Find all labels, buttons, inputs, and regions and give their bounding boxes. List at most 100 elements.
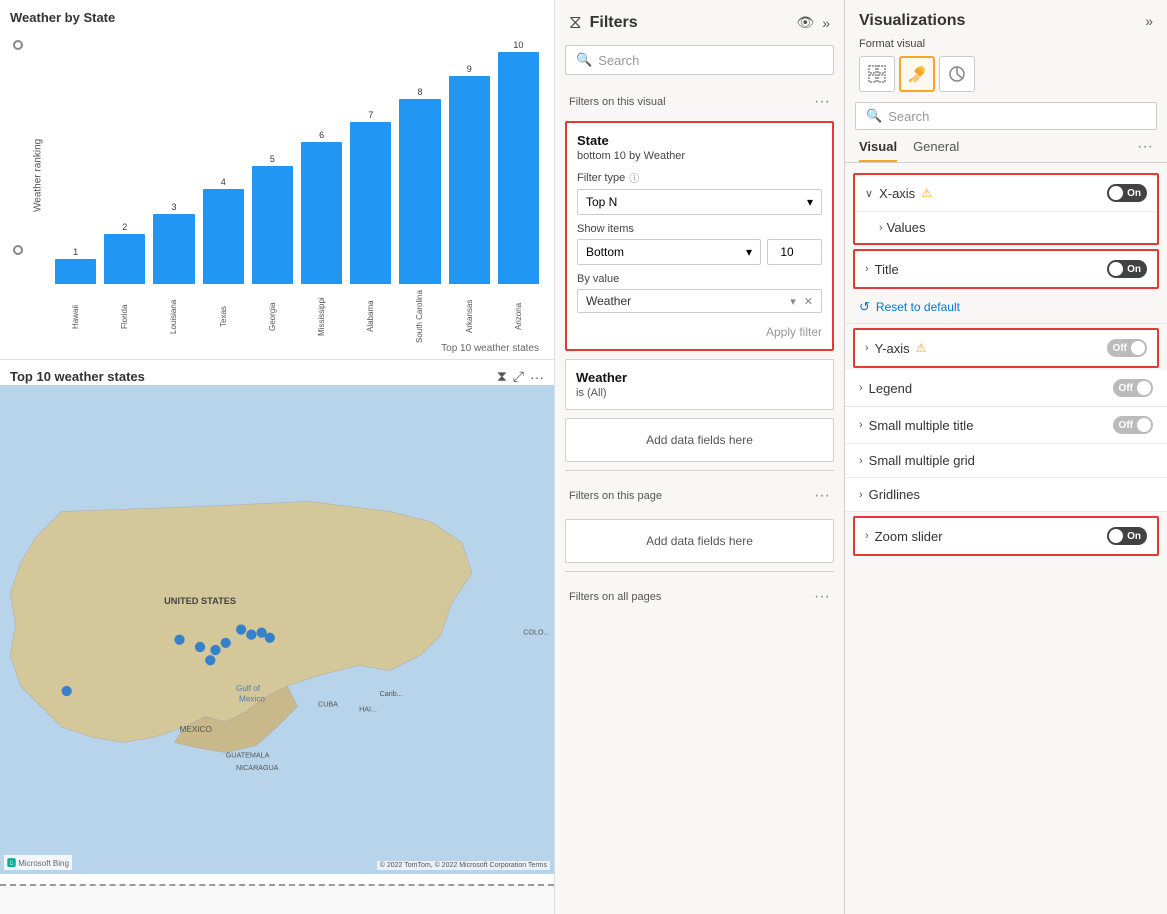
gridlines-section[interactable]: › Gridlines xyxy=(845,478,1167,512)
bar-chart-section: Weather by State Weather ranking 1 xyxy=(0,0,554,360)
zoom-label: Zoom slider xyxy=(875,529,943,544)
add-data-fields-visual[interactable]: Add data fields here xyxy=(565,418,834,462)
format-visual-label: Format visual xyxy=(845,38,1167,56)
smg-label: Small multiple grid xyxy=(869,453,975,468)
filters-on-page-header: Filters on this page ··· xyxy=(555,479,844,511)
y-axis-chevron: › xyxy=(865,342,869,354)
viz-tabs: Visual General ··· xyxy=(845,138,1167,163)
viz-header: Visualizations » xyxy=(845,0,1167,38)
analytics-icon-btn[interactable] xyxy=(939,56,975,92)
zoom-toggle[interactable]: On xyxy=(1107,527,1147,545)
bar-hawaii[interactable] xyxy=(55,259,96,284)
format-icon-btn[interactable] xyxy=(899,56,935,92)
filter-icon[interactable]: ⧗ xyxy=(497,368,507,385)
y-axis-label: Weather ranking xyxy=(26,30,50,320)
filters-scroll: Filters on this visual ··· State bottom … xyxy=(555,85,844,914)
viz-icons-row xyxy=(845,56,1167,102)
x-axis-label: X-axis xyxy=(879,186,915,201)
state-filter-subtitle: bottom 10 by Weather xyxy=(577,150,822,162)
divider xyxy=(565,470,834,471)
bar-texas[interactable] xyxy=(203,189,244,284)
bar-mississippi[interactable] xyxy=(301,142,342,284)
svg-text:MEXICO: MEXICO xyxy=(180,725,212,734)
svg-text:CUBA: CUBA xyxy=(318,700,338,708)
svg-text:HAI...: HAI... xyxy=(359,706,377,714)
bar-sc[interactable] xyxy=(399,99,440,284)
reset-icon: ↺ xyxy=(859,299,870,315)
count-input[interactable] xyxy=(767,239,822,265)
weather-filter-card: Weather is (All) xyxy=(565,359,834,410)
title-toggle[interactable]: On xyxy=(1107,260,1147,278)
zoom-slider-section: › Zoom slider On xyxy=(853,516,1159,556)
y-axis-row[interactable]: › Y-axis ⚠ Off xyxy=(855,330,1157,366)
chart-subtitle: Top 10 weather states xyxy=(441,343,539,354)
filters-search-box[interactable]: 🔍 Search xyxy=(565,45,834,75)
bar-arizona[interactable] xyxy=(498,52,539,284)
chevron-right-icon[interactable]: » xyxy=(822,15,830,31)
x-axis-row[interactable]: ∨ X-axis ⚠ On xyxy=(855,175,1157,211)
bar-louisiana[interactable] xyxy=(153,214,194,284)
title-row[interactable]: › Title On xyxy=(855,251,1157,287)
more-options-icon[interactable]: ··· xyxy=(530,369,544,385)
dropdown-arrow: ▾ xyxy=(746,245,752,259)
filter-funnel-icon: ⧖ xyxy=(569,12,582,33)
svg-text:Gulf of: Gulf of xyxy=(236,684,261,693)
eye-icon[interactable]: 👁 xyxy=(796,14,814,31)
by-value-text: Weather xyxy=(586,294,631,308)
filters-header-icons: 👁 » xyxy=(796,14,830,31)
chart-inner: 1 2 3 4 5 xyxy=(50,30,544,320)
direction-dropdown[interactable]: Bottom ▾ xyxy=(577,239,761,265)
show-items-label: Show items xyxy=(577,223,822,235)
y-axis-section: › Y-axis ⚠ Off xyxy=(853,328,1159,368)
filters-on-page-dots[interactable]: ··· xyxy=(814,487,830,505)
bar-group: 6 xyxy=(301,130,342,284)
section-dots-icon[interactable]: ··· xyxy=(814,93,830,111)
legend-section[interactable]: › Legend Off xyxy=(845,370,1167,407)
viz-expand-icon[interactable]: » xyxy=(1145,13,1153,29)
y-axis-warning-icon: ⚠ xyxy=(916,341,927,355)
legend-chevron: › xyxy=(859,382,863,394)
bar-group: 7 xyxy=(350,110,391,284)
weather-filter-title: Weather xyxy=(576,370,823,385)
viz-search-box[interactable]: 🔍 Search xyxy=(855,102,1157,130)
bar-florida[interactable] xyxy=(104,234,145,284)
bar-arkansas[interactable] xyxy=(449,76,490,284)
bar-alabama[interactable] xyxy=(350,122,391,284)
smt-toggle[interactable]: Off xyxy=(1113,416,1153,434)
reset-to-default-row[interactable]: ↺ Reset to default xyxy=(845,291,1167,324)
filters-title: Filters xyxy=(590,14,638,32)
tab-general[interactable]: General xyxy=(913,139,959,162)
viz-title: Visualizations xyxy=(859,12,965,30)
expand-icon[interactable]: ⤢ xyxy=(513,368,524,385)
viz-scroll: ∨ X-axis ⚠ On › Values › Title xyxy=(845,169,1167,914)
smt-label: Small multiple title xyxy=(869,418,974,433)
x-axis-toggle[interactable]: On xyxy=(1107,184,1147,202)
zoom-slider-row[interactable]: › Zoom slider On xyxy=(855,518,1157,554)
map-toolbar: ⧗ ⤢ ··· xyxy=(497,368,544,385)
x-axis-section: ∨ X-axis ⚠ On › Values xyxy=(853,173,1159,245)
search-icon: 🔍 xyxy=(576,52,592,68)
legend-toggle[interactable]: Off xyxy=(1113,379,1153,397)
svg-text:UNITED STATES: UNITED STATES xyxy=(164,596,236,606)
tab-more-icon[interactable]: ··· xyxy=(1137,138,1153,162)
tab-visual[interactable]: Visual xyxy=(859,139,897,162)
viz-search-placeholder: Search xyxy=(888,109,929,124)
values-sub-row[interactable]: › Values xyxy=(855,211,1157,243)
filter-type-dropdown[interactable]: Top N ▾ xyxy=(577,189,822,215)
info-icon: ⓘ xyxy=(629,170,639,185)
clear-dropdown-icon[interactable]: ▾ xyxy=(790,295,796,308)
bar-georgia[interactable] xyxy=(252,166,293,284)
grid-icon-btn[interactable] xyxy=(859,56,895,92)
map-container[interactable]: Gulf of Mexico UNITED STATES MEXICO CUBA… xyxy=(0,385,554,874)
apply-filter-btn[interactable]: Apply filter xyxy=(577,323,822,339)
small-multiple-grid-section[interactable]: › Small multiple grid xyxy=(845,444,1167,478)
add-data-fields-page[interactable]: Add data fields here xyxy=(565,519,834,563)
filters-all-pages-dots[interactable]: ··· xyxy=(814,588,830,606)
map-title: Top 10 weather states xyxy=(10,369,145,384)
small-multiple-title-section[interactable]: › Small multiple title Off xyxy=(845,407,1167,444)
remove-icon[interactable]: ✕ xyxy=(804,295,813,308)
bar-group: 3 xyxy=(153,202,194,284)
y-axis-toggle[interactable]: Off xyxy=(1107,339,1147,357)
filters-on-visual-header: Filters on this visual ··· xyxy=(555,85,844,117)
title-section: › Title On xyxy=(853,249,1159,289)
